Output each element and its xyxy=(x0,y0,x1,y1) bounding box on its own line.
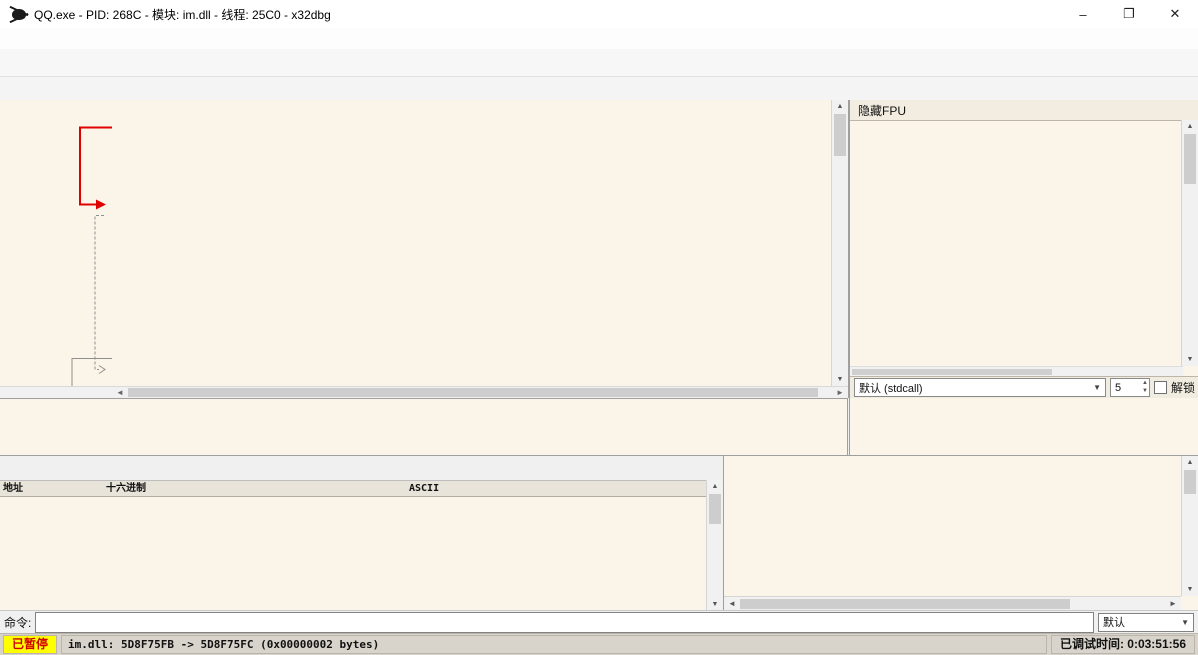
stack-panel[interactable]: ◄ ► ▲ ▼ xyxy=(724,456,1198,611)
dump-column-headers: 地址 十六进制 ASCII xyxy=(0,481,723,497)
close-button[interactable]: ✕ xyxy=(1152,0,1198,28)
instruction-info-box xyxy=(0,398,848,455)
disasm-horizontal-scrollbar[interactable]: ◄ ► xyxy=(0,386,848,398)
command-input[interactable] xyxy=(35,611,1094,633)
bottom-dock: 地址 十六进制 ASCII ▲ ▼ ◄ ► ▲ ▼ xyxy=(0,455,1198,611)
maximize-button[interactable]: ❐ xyxy=(1106,0,1152,28)
dump-vertical-scrollbar[interactable]: ▲ ▼ xyxy=(706,480,723,611)
app-icon-bug xyxy=(12,8,26,20)
stack-vertical-scrollbar[interactable]: ▲ ▼ xyxy=(1181,456,1198,596)
memory-tab-bar xyxy=(0,456,723,481)
view-tab-bar xyxy=(0,77,1198,101)
spinner-arrows[interactable]: ▲ ▼ xyxy=(1142,379,1148,395)
disassembly-panel[interactable]: ◄ ► ▲ ▼ xyxy=(0,100,849,398)
scrollbar-thumb[interactable] xyxy=(128,388,818,397)
debug-time: 已调试时间: 0:03:51:56 xyxy=(1050,635,1195,654)
argument-depth-spinner[interactable]: 5 ▲ ▼ xyxy=(1109,378,1150,397)
scroll-right-arrow[interactable]: ► xyxy=(833,387,847,398)
memory-dump-panel[interactable]: 地址 十六进制 ASCII ▲ ▼ xyxy=(0,456,724,611)
toolbar xyxy=(0,49,1198,77)
unlock-label: 解锁 xyxy=(1170,381,1195,395)
registers-vertical-scrollbar[interactable]: ▲ ▼ xyxy=(1181,120,1198,366)
unlock-checkbox[interactable] xyxy=(1153,381,1167,394)
debug-state-badge: 已暂停 xyxy=(3,635,58,654)
command-row: 命令: 默认 ▼ xyxy=(0,610,1198,633)
chevron-down-icon: ▼ xyxy=(1181,617,1189,627)
menu-bar xyxy=(0,28,1198,50)
scroll-left-arrow[interactable]: ◄ xyxy=(113,387,127,398)
disasm-vertical-scrollbar[interactable]: ▲ ▼ xyxy=(831,100,848,386)
hide-fpu-button[interactable]: 隐藏FPU xyxy=(858,102,906,119)
command-preset-select[interactable]: 默认 ▼ xyxy=(1098,612,1194,632)
call-arguments-list[interactable] xyxy=(850,398,1198,455)
calling-convention-select[interactable]: 默认 (stdcall) ▼ xyxy=(854,378,1106,397)
registers-panel[interactable]: 隐藏FPU ▲ ▼ 默认 (stdcall) ▼ 5 ▲ ▼ 解锁 xyxy=(849,100,1198,455)
minimize-button[interactable]: – xyxy=(1060,0,1106,28)
chevron-down-icon: ▼ xyxy=(1093,383,1101,392)
status-bar: 已暂停 im.dll: 5D8F75FB -> 5D8F75FC (0x0000… xyxy=(0,633,1198,655)
stack-horizontal-scrollbar[interactable]: ◄ ► xyxy=(724,596,1181,611)
command-label: 命令: xyxy=(4,615,32,630)
status-message: im.dll: 5D8F75FB -> 5D8F75FC (0x00000002… xyxy=(61,635,1047,654)
window-title: QQ.exe - PID: 268C - 模块: im.dll - 线程: 25… xyxy=(34,7,331,22)
title-bar: QQ.exe - PID: 268C - 模块: im.dll - 线程: 25… xyxy=(0,0,1198,29)
